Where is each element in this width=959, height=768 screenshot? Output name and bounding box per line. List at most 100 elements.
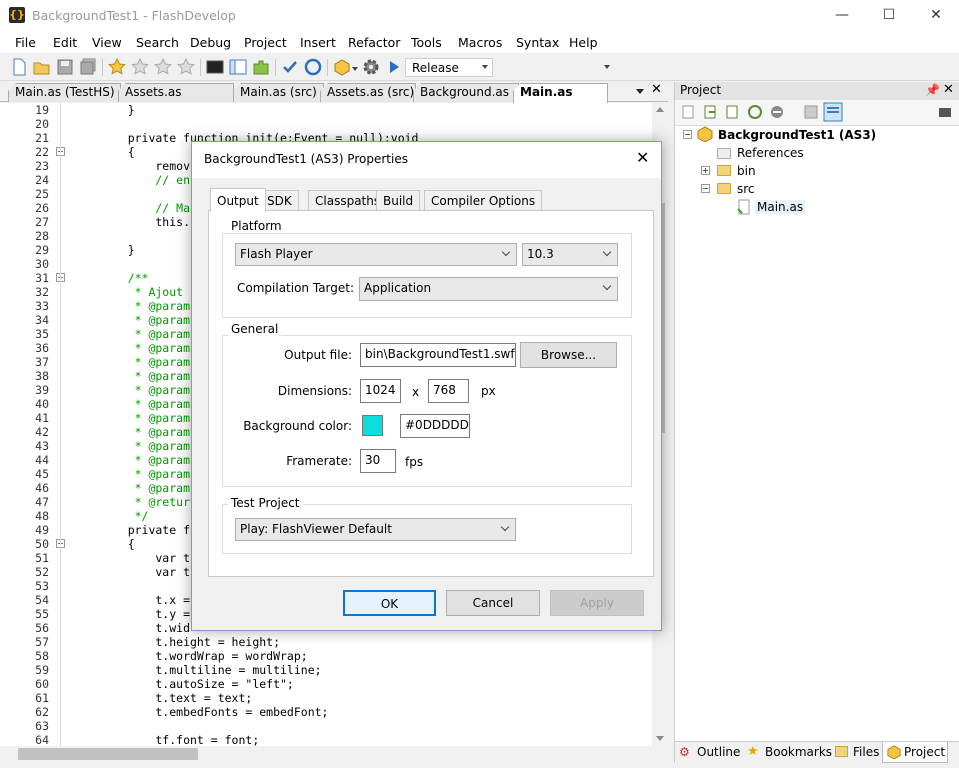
code-line[interactable]: } [100,103,135,117]
background-color-input[interactable]: #0DDDDD [400,414,470,438]
code-line[interactable]: * @retur [100,495,190,509]
code-line[interactable]: var t [100,551,190,565]
code-line[interactable]: * @param [100,355,190,369]
code-line[interactable]: * @param [100,341,190,355]
tab-project-active[interactable]: Project [882,742,948,763]
width-input[interactable]: 1024 [360,379,401,403]
code-line[interactable]: t.embedFonts = embedFont; [100,705,328,719]
tab-sdk[interactable]: SDK [260,190,299,211]
tree-item-src[interactable]: src [737,182,755,196]
code-line[interactable]: var t [100,565,190,579]
close-panel-icon[interactable]: ✕ [943,82,954,97]
properties-icon[interactable] [803,104,819,120]
run-play-icon[interactable] [385,58,403,76]
code-line[interactable]: */ [100,509,149,523]
configuration-select[interactable]: Release [405,58,493,77]
framerate-input[interactable]: 30 [360,449,396,473]
test-project-select[interactable]: Play: FlashViewer Default [235,518,516,541]
save-icon[interactable] [56,58,74,76]
code-line[interactable]: * @param [100,397,190,411]
menu-search[interactable]: Search [136,35,179,50]
code-line[interactable]: t.x = [100,593,190,607]
code-line[interactable]: // Ma [100,201,190,215]
menu-debug[interactable]: Debug [190,35,231,50]
output-file-input[interactable]: bin\BackgroundTest1.swf [360,343,516,367]
code-line[interactable]: * @param [100,481,190,495]
code-line[interactable]: * @param [100,425,190,439]
clear-bookmarks-icon[interactable] [177,58,195,76]
tab-outline[interactable]: Outline [697,745,740,759]
code-line[interactable]: * @param [100,369,190,383]
code-line[interactable]: * @param [100,411,190,425]
code-line[interactable]: private f [100,523,190,537]
code-line[interactable]: * @param [100,299,190,313]
pin-icon[interactable]: 📌 [925,83,940,97]
code-line[interactable]: { [100,537,135,551]
dialog-close-icon[interactable]: ✕ [636,148,649,167]
scroll-down-icon[interactable] [656,736,664,741]
collapse-toggle-icon[interactable]: − [701,184,710,193]
code-line[interactable]: * @param [100,467,190,481]
settings-gear-icon[interactable] [362,58,380,76]
tree-item-bin[interactable]: bin [737,164,756,178]
code-line[interactable]: t.multiline = multiline; [100,663,321,677]
code-line[interactable]: remov [100,159,190,173]
command-prompt-icon[interactable] [206,58,224,76]
menu-tools[interactable]: Tools [411,35,442,50]
project-root[interactable]: BackgroundTest1 (AS3) [718,128,876,142]
cancel-button[interactable]: Cancel [446,590,540,616]
remove-icon[interactable] [769,104,785,120]
tab-files[interactable]: Files [853,745,879,759]
tab-build[interactable]: Build [376,190,421,211]
panel-layout-icon[interactable] [229,58,247,76]
code-line[interactable]: * @param [100,327,190,341]
menu-edit[interactable]: Edit [53,35,77,50]
minimize-button[interactable]: — [819,0,865,31]
menu-refactor[interactable]: Refactor [348,35,400,50]
expand-toggle-icon[interactable]: + [701,166,710,175]
scroll-up-icon[interactable] [656,107,664,112]
apply-button[interactable]: Apply [550,590,644,616]
code-line[interactable]: t.wordWrap = wordWrap; [100,649,307,663]
code-line[interactable]: { [100,145,135,159]
puzzle-plugin-icon[interactable] [252,58,270,76]
menu-macros[interactable]: Macros [458,35,502,50]
menu-insert[interactable]: Insert [300,35,336,50]
tab-main-src-active[interactable]: Main.as (src) [513,83,608,103]
version-select[interactable]: 10.3 [522,243,618,266]
height-input[interactable]: 768 [428,379,469,403]
platform-select[interactable]: Flash Player [235,243,517,266]
build-box-icon[interactable] [333,58,351,76]
horizontal-scrollbar-thumb[interactable] [18,748,198,760]
save-all-icon[interactable] [79,58,97,76]
add-to-library-icon[interactable] [725,104,741,120]
code-line[interactable]: tf.font = font; [100,733,259,747]
open-folder-icon[interactable] [33,58,51,76]
check-syntax-icon[interactable] [281,58,299,76]
code-line[interactable]: t.height = height; [100,635,280,649]
bookmark-star-icon[interactable] [108,58,126,76]
code-line[interactable]: t.y = [100,607,190,621]
tree-item-references[interactable]: References [737,146,804,160]
menu-project[interactable]: Project [244,35,287,50]
tab-output[interactable]: Output [210,188,266,212]
target-select[interactable] [598,58,616,77]
code-line[interactable]: t.text = text; [100,691,252,705]
next-bookmark-icon[interactable] [131,58,149,76]
code-line[interactable]: * Ajout [100,285,183,299]
code-line[interactable]: t.autoSize = "left"; [100,677,294,691]
tab-bookmarks[interactable]: Bookmarks [765,745,832,759]
new-file-icon[interactable] [10,58,28,76]
tab-assets-src[interactable]: Assets.as (src) [320,83,416,102]
ok-button[interactable]: OK [343,590,436,616]
code-line[interactable]: t.wid [100,621,190,635]
menu-syntax[interactable]: Syntax [516,35,559,50]
menu-file[interactable]: File [15,35,36,50]
project-view-icon[interactable] [823,102,843,122]
tree-item-main-as[interactable]: Main.as [755,200,806,214]
refresh-icon[interactable] [747,104,763,120]
code-line[interactable]: this. [100,215,190,229]
menu-help[interactable]: Help [569,35,598,50]
insert-into-document-icon[interactable] [703,104,719,120]
tab-main-src[interactable]: Main.as (src) [233,83,324,102]
